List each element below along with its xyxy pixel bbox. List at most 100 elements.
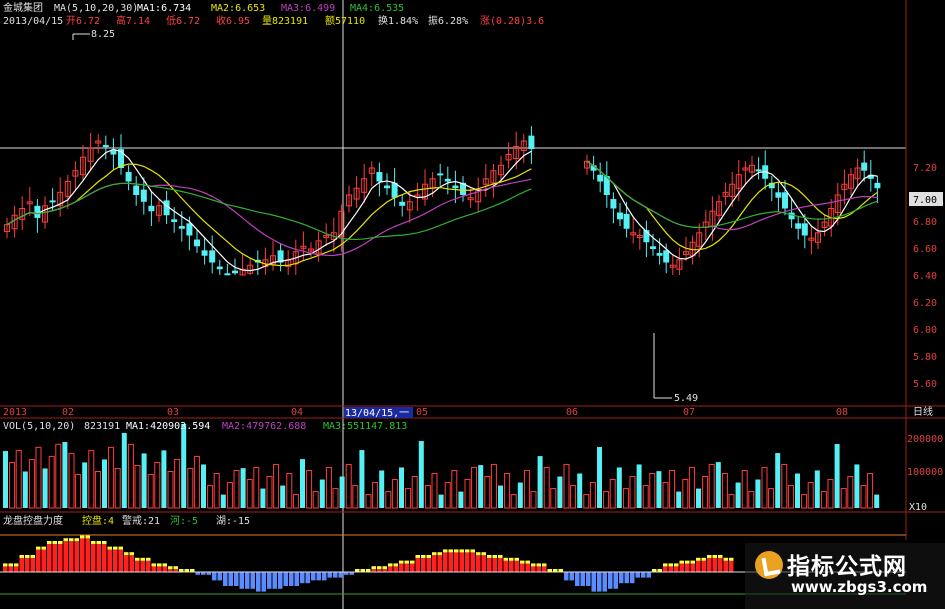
candle-body-down <box>775 192 782 198</box>
volume-bar-down <box>676 491 682 508</box>
indicator-bar-positive <box>432 555 437 572</box>
indicator-bar-cap <box>690 560 695 564</box>
change-value: 涨(0.28)3.6 <box>480 15 544 27</box>
volume-bar-down <box>121 432 127 508</box>
indicator-bar-cap <box>674 563 679 567</box>
stock-chart[interactable]: 7.20 7.00 6.80 6.60 6.40 6.20 6.00 5.80 … <box>0 0 945 609</box>
candle-body-down <box>216 266 223 270</box>
indicator-bar-negative <box>586 572 591 586</box>
indicator-bar-cap <box>459 549 464 553</box>
max-price-label: 8.25 <box>91 29 115 40</box>
indicator-bar-negative <box>597 572 602 592</box>
indicator-bar-cap <box>514 557 519 561</box>
indicator-bar-negative <box>564 572 569 581</box>
indicator-bar-cap <box>25 555 30 558</box>
indicator-bar-positive <box>476 555 481 572</box>
indicator-bar-negative <box>250 572 255 589</box>
indicator-bar-positive <box>80 538 85 572</box>
indicator-bar-negative <box>223 572 228 586</box>
indicator-bar-positive <box>393 566 398 572</box>
indicator-bar-positive <box>58 544 63 572</box>
time-tick: 07 <box>683 407 695 418</box>
volume-bar-down <box>399 467 404 508</box>
indicator-bar-cap <box>470 549 475 553</box>
indicator-bar-cap <box>718 555 723 558</box>
indicator-bar-cap <box>729 557 734 561</box>
indicator-bar-positive <box>74 541 79 572</box>
indicator-bar-cap <box>151 563 156 567</box>
indicator-bar-cap <box>443 549 448 553</box>
indicator-bar-negative <box>613 572 618 589</box>
indicator-bar-negative <box>239 572 244 589</box>
indicator-bar-positive <box>481 555 486 572</box>
volume-bar-down <box>517 482 523 508</box>
indicator-bar-negative <box>305 572 310 584</box>
indicator-bar-cap <box>415 555 420 558</box>
indicator-bar-negative <box>234 572 239 586</box>
price-tick: 6.80 <box>913 217 937 228</box>
indicator-bar-positive <box>487 558 492 572</box>
price-tick: 5.60 <box>913 379 937 390</box>
period-label: 日线 <box>913 405 933 418</box>
indicator-bar-cap <box>8 563 13 567</box>
indicator-bar-cap <box>696 557 701 561</box>
time-tick: 2013 <box>3 407 27 418</box>
indicator-bar-negative <box>580 572 585 586</box>
indicator-bar-positive <box>129 555 134 572</box>
indicator-bar-cap <box>74 538 79 542</box>
price-tick: 6.60 <box>913 244 937 255</box>
indicator-bar-positive <box>404 563 409 572</box>
volume-value: 量823191 <box>262 15 308 27</box>
indicator-bar-cap <box>404 560 409 564</box>
candle-body-down <box>874 182 881 189</box>
close-value: 收6.95 <box>216 14 250 27</box>
indicator-bar-cap <box>679 560 684 564</box>
indicator-bar-positive <box>415 558 420 572</box>
indicator-bar-cap <box>388 563 393 567</box>
indicator-bar-positive <box>146 560 151 572</box>
indicator-bar-negative <box>630 572 635 584</box>
time-tick: 03 <box>167 407 179 418</box>
indicator-bar-cap <box>723 557 728 561</box>
price-tick: 7.20 <box>913 163 937 174</box>
volume-bar-down <box>181 423 187 508</box>
indicator-bar-positive <box>503 560 508 572</box>
indicator-bar-cap <box>426 555 431 558</box>
indicator-name: 龙盘控盘力度 <box>3 514 63 527</box>
indicator-bar-cap <box>663 563 668 567</box>
ma-label: MA(5,10,20,30) <box>54 3 138 14</box>
stock-name: 金城集团 <box>3 1 43 14</box>
volume-bar-down <box>478 465 484 508</box>
bar-date: 2013/04/15 <box>3 16 63 27</box>
indicator-bar-cap <box>399 560 404 564</box>
volume-bar-down <box>656 471 662 508</box>
candle-body-down <box>617 212 623 220</box>
indicator-bar-positive <box>47 544 52 572</box>
indicator-bar-positive <box>19 558 24 572</box>
indicator-bar-negative <box>619 572 624 584</box>
indicator-bar-negative <box>333 572 338 578</box>
ma2-value: MA2:6.653 <box>211 3 265 14</box>
indicator-bar-positive <box>140 560 145 572</box>
indicator-bar-cap <box>393 563 398 567</box>
indicator-bar-cap <box>481 552 486 556</box>
indicator-bar-negative <box>228 572 233 586</box>
ma4-value: MA4:6.535 <box>350 3 404 14</box>
candle-body-down <box>755 169 762 172</box>
volume-bar-down <box>616 467 622 508</box>
indicator-bar-cap <box>30 555 35 558</box>
candle-body-down <box>528 135 535 150</box>
indicator-bar-negative <box>245 572 250 589</box>
indicator-bar-positive <box>443 552 448 572</box>
indicator-bar-cap <box>377 566 382 570</box>
volume-bar-down <box>834 444 840 508</box>
vol-value: 823191 <box>84 421 120 432</box>
volume-bar-down <box>220 494 226 508</box>
indicator-bar-cap <box>432 552 437 556</box>
candle-body-down <box>861 162 868 171</box>
indicator-bar-cap <box>162 563 167 567</box>
candle-body-down <box>110 150 117 155</box>
indicator-bar-positive <box>162 566 167 572</box>
candle-body-down <box>399 201 406 206</box>
volume-bar-down <box>498 485 503 508</box>
